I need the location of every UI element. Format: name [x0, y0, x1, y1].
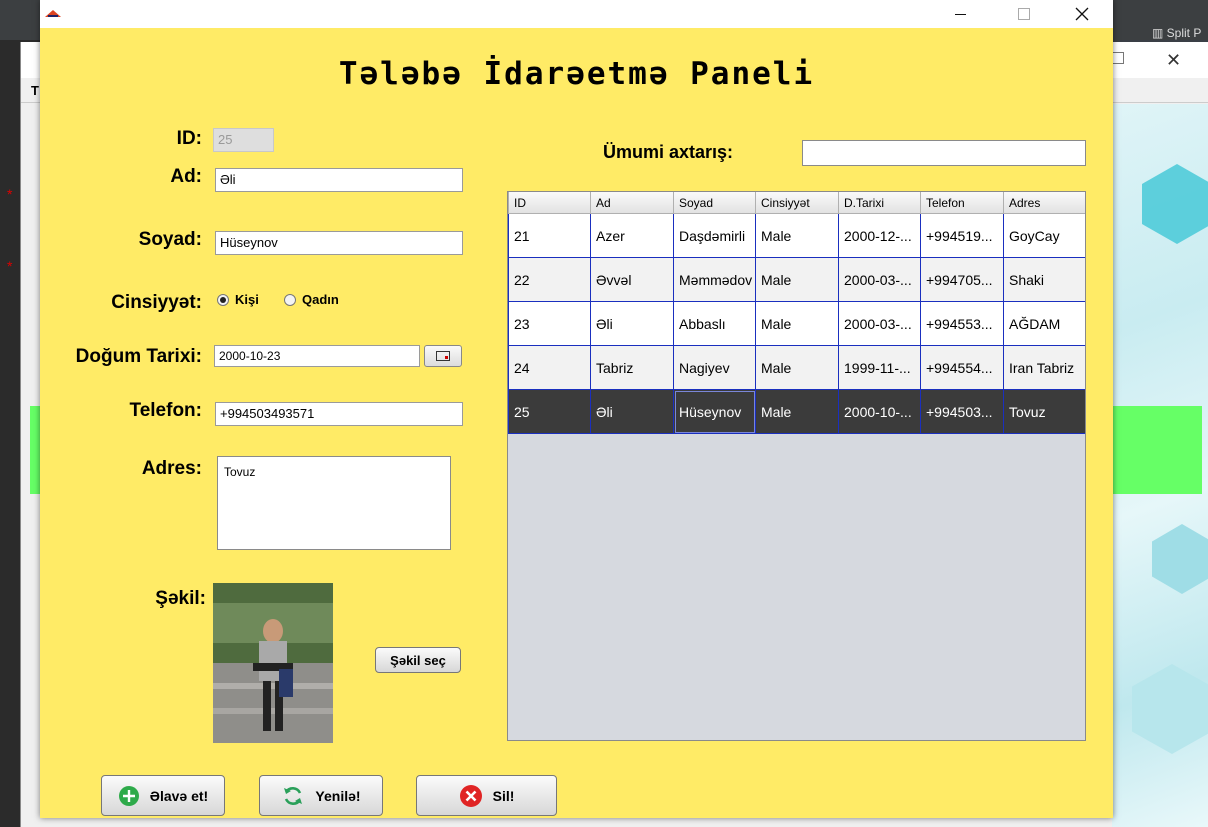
student-management-window: Tələbə İdarəetmə Paneli ID: 25 Ad: Əli S…: [40, 0, 1113, 818]
search-label: Ümumi axtarış:: [603, 142, 734, 162]
student-photo: [213, 583, 333, 743]
search-input[interactable]: [802, 140, 1086, 166]
table-cell[interactable]: Tovuz: [1003, 389, 1085, 434]
table-cell[interactable]: 23: [508, 301, 591, 346]
table-row[interactable]: 24 Tabriz Nagiyev Male 1999-11-... +9945…: [508, 345, 1085, 390]
table-cell[interactable]: Abbaslı: [673, 301, 756, 346]
gender-radio-male[interactable]: Kişi: [217, 292, 259, 307]
close-button[interactable]: [1059, 0, 1105, 28]
table-cell[interactable]: Male: [755, 213, 839, 258]
table-cell[interactable]: 2000-03-...: [838, 257, 921, 302]
birth-date-label: Doğum Tarixi:: [75, 346, 202, 367]
column-header-address[interactable]: Adres: [1003, 192, 1085, 214]
table-cell[interactable]: Daşdəmirli: [673, 213, 756, 258]
column-header-surname[interactable]: Soyad: [673, 192, 756, 214]
birth-date-input[interactable]: 2000-10-23: [214, 345, 420, 367]
id-field: 25: [213, 128, 274, 152]
table-cell[interactable]: +994553...: [920, 301, 1004, 346]
table-cell[interactable]: +994503...: [920, 389, 1004, 434]
table-cell[interactable]: Male: [755, 257, 839, 302]
java-app-icon: [45, 10, 61, 17]
calendar-icon: [436, 351, 450, 361]
background-required-star-icon: *: [7, 186, 13, 202]
table-row[interactable]: 22 Əvvəl Məmmədov Male 2000-03-... +9947…: [508, 257, 1085, 302]
column-header-phone[interactable]: Telefon: [920, 192, 1004, 214]
table-cell[interactable]: 2000-10-...: [838, 389, 921, 434]
table-cell[interactable]: Məmmədov: [673, 257, 756, 302]
table-cell[interactable]: 2000-12-...: [838, 213, 921, 258]
plus-circle-icon: [118, 785, 139, 806]
table-cell[interactable]: Shaki: [1003, 257, 1085, 302]
table-cell[interactable]: +994705...: [920, 257, 1004, 302]
table-cell[interactable]: Əli: [590, 389, 674, 434]
surname-input[interactable]: Hüseynov: [215, 231, 463, 255]
id-label: ID:: [176, 128, 202, 149]
minimize-icon: [954, 13, 966, 15]
gender-label: Cinsiyyət:: [111, 292, 202, 313]
title-bar: [40, 0, 1113, 28]
surname-label: Soyad:: [138, 229, 202, 250]
background-required-star-icon: *: [7, 258, 13, 274]
table-cell[interactable]: 2000-03-...: [838, 301, 921, 346]
table-cell[interactable]: Male: [755, 301, 839, 346]
table-cell[interactable]: Male: [755, 345, 839, 390]
close-circle-icon: [459, 784, 482, 807]
name-label: Ad:: [170, 166, 202, 187]
table-row[interactable]: 21 Azer Daşdəmirli Male 2000-12-... +994…: [508, 213, 1085, 258]
background-close-icon: ✕: [1166, 50, 1182, 70]
table-row[interactable]: 23 Əli Abbaslı Male 2000-03-... +994553.…: [508, 301, 1085, 346]
column-header-gender[interactable]: Cinsiyyət: [755, 192, 839, 214]
table-cell[interactable]: +994554...: [920, 345, 1004, 390]
table-cell[interactable]: 1999-11-...: [838, 345, 921, 390]
table-cell[interactable]: 21: [508, 213, 591, 258]
date-picker-button[interactable]: [424, 345, 462, 367]
minimize-button[interactable]: [937, 0, 983, 28]
table-header-row: ID Ad Soyad Cinsiyyət D.Tarixi Telefon A…: [508, 192, 1085, 214]
gender-radio-female[interactable]: Qadın: [284, 292, 339, 307]
table-cell[interactable]: Nagiyev: [673, 345, 756, 390]
students-table[interactable]: ID Ad Soyad Cinsiyyət D.Tarixi Telefon A…: [507, 191, 1086, 741]
refresh-icon: [284, 786, 303, 805]
maximize-icon: [1018, 8, 1030, 20]
table-cell[interactable]: Male: [755, 389, 839, 434]
table-cell[interactable]: 22: [508, 257, 591, 302]
phone-label: Telefon:: [129, 400, 202, 421]
maximize-button[interactable]: [1001, 0, 1047, 28]
page-title: Tələbə İdarəetmə Paneli: [338, 56, 815, 92]
table-cell[interactable]: AĞDAM: [1003, 301, 1085, 346]
table-cell[interactable]: Əvvəl: [590, 257, 674, 302]
background-menu-initial: T: [31, 83, 39, 98]
table-cell[interactable]: GoyCay: [1003, 213, 1085, 258]
radio-unselected-icon: [284, 293, 296, 306]
table-cell[interactable]: +994519...: [920, 213, 1004, 258]
address-textarea[interactable]: Tovuz: [217, 456, 451, 550]
add-button[interactable]: Əlavə et!: [101, 775, 225, 816]
table-cell[interactable]: Iran Tabriz: [1003, 345, 1085, 390]
column-header-id[interactable]: ID: [508, 192, 591, 214]
photo-label: Şəkil:: [155, 588, 206, 609]
table-cell[interactable]: 25: [508, 389, 591, 434]
background-split-label: ▥ Split P: [1152, 26, 1202, 40]
address-label: Adres:: [141, 458, 202, 479]
background-green-panel: [1112, 406, 1202, 494]
table-cell[interactable]: Azer: [590, 213, 674, 258]
table-cell-focused[interactable]: Hüseynov: [673, 389, 756, 434]
choose-photo-button[interactable]: Şəkil seç: [375, 647, 461, 673]
column-header-birth-date[interactable]: D.Tarixi: [838, 192, 921, 214]
background-maximize-icon: [1112, 52, 1124, 64]
table-cell[interactable]: 24: [508, 345, 591, 390]
name-input[interactable]: Əli: [215, 168, 463, 192]
close-icon: [1075, 7, 1089, 21]
table-cell[interactable]: Əli: [590, 301, 674, 346]
table-row-selected[interactable]: 25 Əli Hüseynov Male 2000-10-... +994503…: [508, 389, 1085, 434]
radio-selected-icon: [217, 293, 229, 306]
column-header-name[interactable]: Ad: [590, 192, 674, 214]
update-button[interactable]: Yenilə!: [259, 775, 383, 816]
phone-input[interactable]: +994503493571: [215, 402, 463, 426]
delete-button[interactable]: Sil!: [416, 775, 557, 816]
table-cell[interactable]: Tabriz: [590, 345, 674, 390]
